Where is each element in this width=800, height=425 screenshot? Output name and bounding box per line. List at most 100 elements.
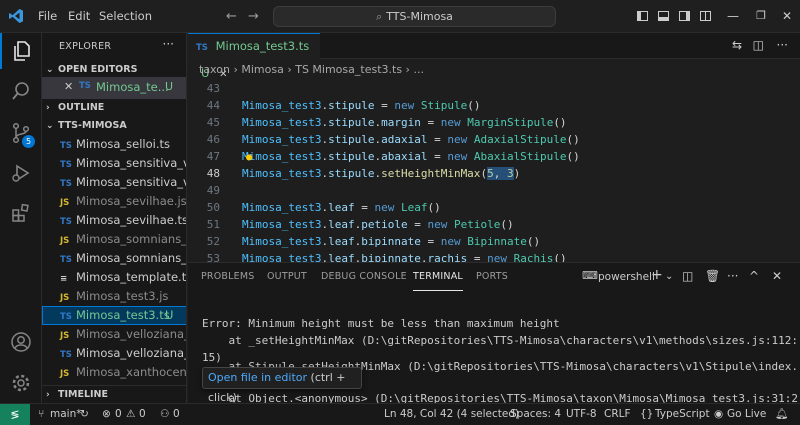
file-tree-item[interactable]: TS Mimosa_test3.ts U <box>42 306 186 325</box>
error-count[interactable]: 0 <box>115 404 122 425</box>
sync-icon[interactable]: ↻ <box>80 404 89 425</box>
customize-layout-icon[interactable] <box>700 11 711 21</box>
tab-mimosa-test3[interactable]: TS Mimosa_test3.ts U ✕ <box>188 33 320 80</box>
menu-edit[interactable]: Edit <box>68 0 90 33</box>
close-icon[interactable]: ✕ <box>64 80 73 93</box>
code-line[interactable]: Mimosa_test3.stipule.abaxial = new Abaxi… <box>242 148 580 165</box>
warning-icon[interactable]: ⚠ <box>126 404 135 425</box>
toggle-panel-icon[interactable] <box>658 11 669 21</box>
gear-icon <box>12 374 30 392</box>
restore-icon[interactable]: ❐ <box>751 6 771 26</box>
breadcrumb-taxon[interactable]: taxon <box>199 63 230 76</box>
outline-section[interactable]: › OUTLINE <box>42 99 186 117</box>
minimize-icon[interactable]: — <box>723 6 743 26</box>
code-line[interactable]: Mimosa_test3.stipule.adaxial = new Adaxi… <box>242 131 580 148</box>
file-tree-item[interactable]: JS Mimosa_somnians_v... <box>42 230 186 249</box>
error-icon[interactable]: ⊗ <box>102 404 111 425</box>
code-line[interactable]: Mimosa_test3.leaf = new Leaf() <box>242 199 441 216</box>
file-tree-item[interactable]: ≡ Mimosa_template.txt <box>42 268 186 287</box>
remote-indicator[interactable]: ≶ <box>0 404 30 425</box>
toggle-primary-sidebar-icon[interactable] <box>637 11 648 21</box>
file-tree-item[interactable]: JS Mimosa_velloziana_... <box>42 325 186 344</box>
shell-name[interactable]: powershell <box>598 271 655 283</box>
go-live-button[interactable]: Go Live <box>727 404 766 425</box>
menu-file[interactable]: File <box>38 0 57 33</box>
file-tree-item[interactable]: TS Mimosa_somnians_v... <box>42 249 187 268</box>
code-line[interactable]: Mimosa_test3.leaf.petiole = new Petiole(… <box>242 216 514 233</box>
source-control-view-button[interactable]: 5 <box>0 115 42 151</box>
tab-output[interactable]: OUTPUT <box>267 263 307 291</box>
breadcrumb-mimosa[interactable]: Mimosa <box>241 63 283 76</box>
file-tree-item[interactable]: JS Mimosa_test3.js <box>42 287 186 306</box>
command-center-search[interactable]: ⌕ TTS-Mimosa <box>273 6 556 27</box>
more-actions-icon[interactable]: ··· <box>727 269 738 283</box>
file-name: Mimosa_sevilhae.js <box>76 194 187 208</box>
file-name: Mimosa_selloi.ts <box>76 137 170 151</box>
arrow-right-icon[interactable]: → <box>248 9 259 24</box>
code-line[interactable]: Mimosa_test3.stipule = new Stipule() <box>242 97 480 114</box>
file-tree-item[interactable]: TS Mimosa_velloziana_... <box>42 344 186 363</box>
more-actions-icon[interactable]: ··· <box>163 37 174 51</box>
tab-ports[interactable]: PORTS <box>476 263 508 291</box>
open-editor-item[interactable]: ✕ TS Mimosa_te... U <box>42 77 186 99</box>
braces-icon: {} <box>640 408 654 420</box>
indentation[interactable]: Spaces: 4 <box>510 404 561 425</box>
language-mode[interactable]: TypeScript <box>655 404 710 425</box>
trash-icon[interactable]: 🗑 <box>705 269 720 283</box>
file-name: Mimosa_somnians_v... <box>76 251 187 265</box>
run-debug-view-button[interactable] <box>0 155 42 191</box>
notifications-bell-icon[interactable]: 🔔︎ <box>775 404 788 425</box>
arrow-left-icon[interactable]: ← <box>226 9 237 24</box>
code-line[interactable]: Mimosa_test3.stipule.setHeightMinMax(5, … <box>242 165 520 182</box>
terminal-line[interactable]: at _setHeightMinMax (D:\gitRepositories\… <box>202 332 798 349</box>
chevron-down-icon[interactable]: ⌄ <box>665 271 673 282</box>
manage-button[interactable] <box>0 365 42 401</box>
workspace-folder-section[interactable]: ⌄ TTS-MIMOSA <box>42 117 186 135</box>
tab-problems[interactable]: PROBLEMS <box>201 263 254 291</box>
code-line[interactable]: Mimosa_test3.stipule.margin = new Margin… <box>242 114 567 131</box>
new-terminal-icon[interactable]: + <box>651 267 663 283</box>
file-tree-item[interactable]: TS Mimosa_sensitiva_va... <box>42 154 186 173</box>
cursor-position[interactable]: Ln 48, Col 42 (4 selected) <box>384 404 519 425</box>
breadcrumb-symbol[interactable]: ... <box>413 63 424 76</box>
close-window-icon[interactable]: ✕ <box>777 6 797 26</box>
close-panel-icon[interactable]: ✕ <box>772 269 782 283</box>
breadcrumb-file[interactable]: TS Mimosa_test3.ts <box>295 63 402 76</box>
timeline-section[interactable]: › TIMELINE <box>42 385 186 403</box>
search-view-button[interactable] <box>0 73 42 109</box>
tab-terminal[interactable]: TERMINAL <box>413 263 463 291</box>
toggle-secondary-sidebar-icon[interactable] <box>679 11 690 21</box>
extensions-view-button[interactable] <box>0 195 42 231</box>
end-of-line[interactable]: CRLF <box>604 404 631 425</box>
code-line[interactable]: Mimosa_test3.leaf.bipinnate = new Bipinn… <box>242 233 540 250</box>
ports-count[interactable]: 0 <box>173 404 180 425</box>
file-tree-item[interactable]: JS Mimosa_sevilhae.js <box>42 192 187 211</box>
accounts-button[interactable] <box>0 324 42 360</box>
terminal-line[interactable]: at Object.<anonymous> (D:\gitRepositorie… <box>202 390 798 403</box>
file-tree-item[interactable]: JS Mimosa_xanthocent... <box>42 363 186 382</box>
file-tree-item[interactable]: TS Mimosa_sevilhae.ts <box>42 211 186 230</box>
compare-changes-icon[interactable]: ⇆ <box>732 38 742 52</box>
tab-debug-console[interactable]: DEBUG CONSOLE <box>321 263 407 291</box>
split-terminal-icon[interactable]: ◫ <box>682 269 693 283</box>
file-tree-item[interactable]: TS Mimosa_selloi.ts <box>42 135 186 154</box>
files-icon <box>14 41 30 61</box>
open-file-link[interactable]: Open file in editor <box>208 371 307 384</box>
chevron-right-icon: › <box>46 390 50 400</box>
branch-name[interactable]: main* <box>50 404 82 425</box>
terminal-line[interactable]: Error: Minimum height must be less than … <box>202 315 560 332</box>
warning-count[interactable]: 0 <box>139 404 146 425</box>
split-editor-icon[interactable]: ◫ <box>753 38 764 52</box>
ports-icon[interactable]: ⚇ <box>160 404 169 425</box>
file-tree-item[interactable]: TS Mimosa_sensitiva_va... <box>42 173 186 192</box>
explorer-view-button[interactable] <box>0 33 42 69</box>
maximize-panel-icon[interactable]: ^ <box>749 269 759 283</box>
menu-selection[interactable]: Selection <box>99 0 152 33</box>
code-editor[interactable]: 43 44 Mimosa_test3.stipule = new Stipule(… <box>188 80 800 262</box>
more-actions-icon[interactable]: ··· <box>777 38 788 52</box>
code-line[interactable]: Mimosa_test3.leaf.bipinnate.rachis = new… <box>242 250 567 262</box>
broadcast-icon: ◉ <box>714 408 724 420</box>
untracked-badge: U <box>165 80 174 93</box>
encoding[interactable]: UTF-8 <box>566 404 597 425</box>
lightbulb-icon[interactable]: ● <box>246 149 252 166</box>
